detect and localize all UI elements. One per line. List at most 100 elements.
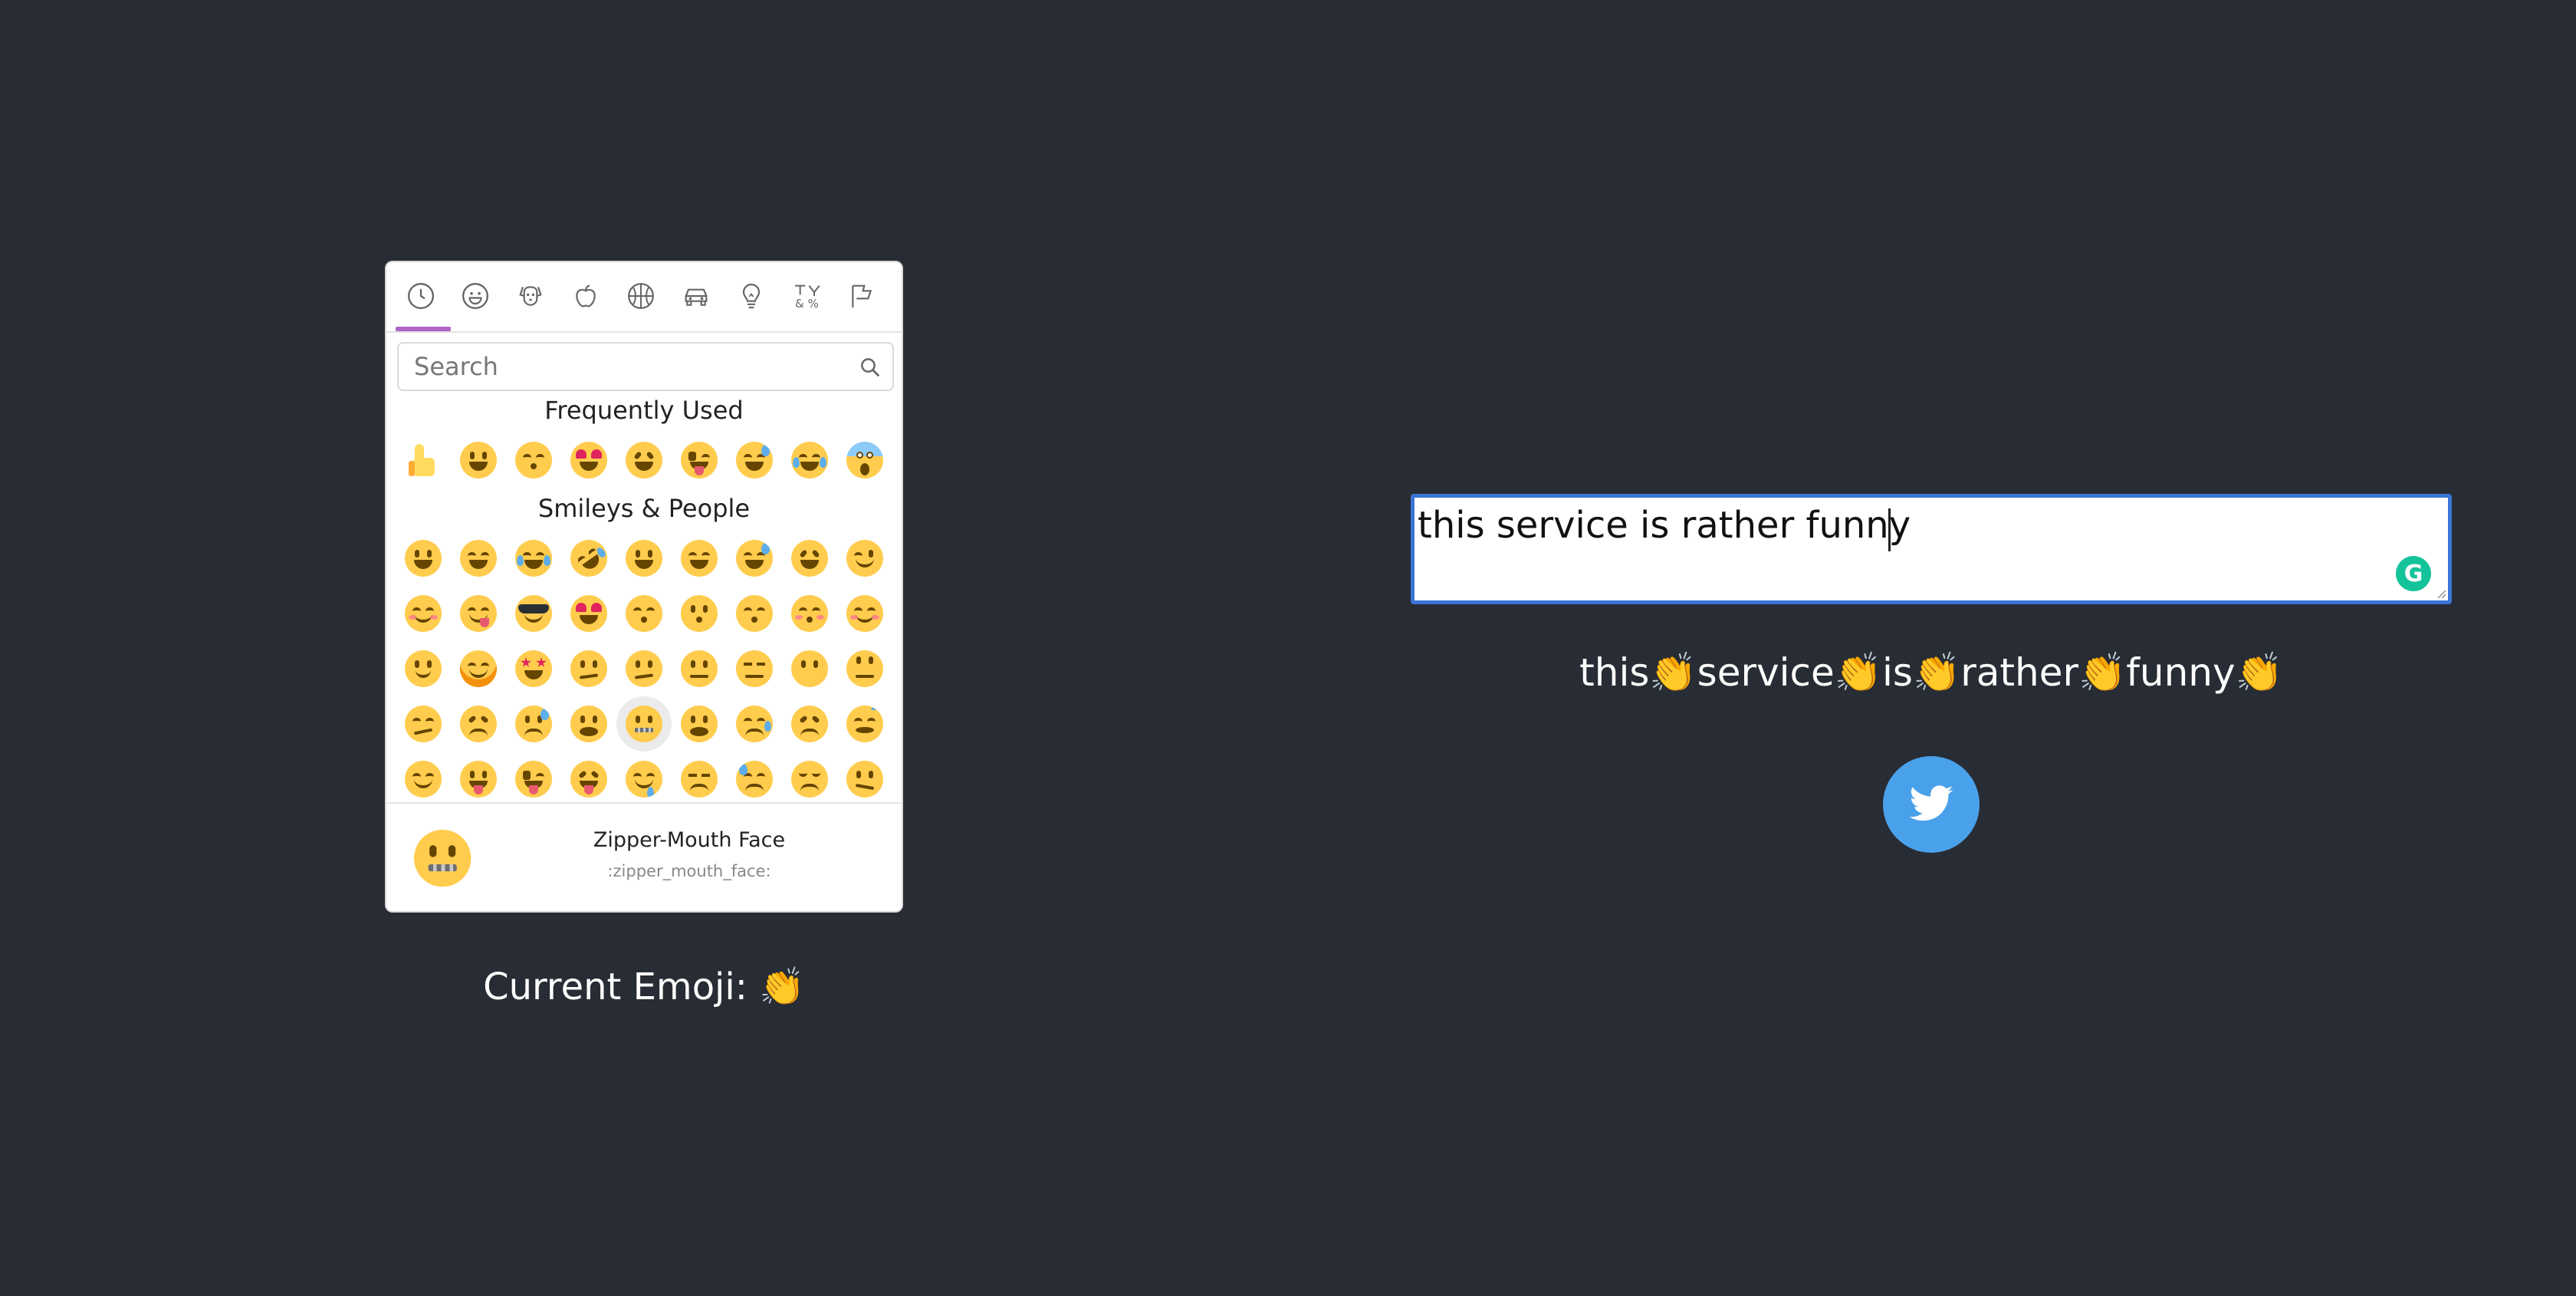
emoji-smile[interactable] [672,531,727,586]
unamused-icon [681,761,718,798]
lightbulb-icon[interactable] [736,281,767,311]
emoji-relieved[interactable] [396,752,451,807]
emoji-zipper-mouth-face[interactable] [616,696,672,752]
search-input[interactable] [399,344,892,390]
svg-text:%: % [808,297,819,311]
emoji-confused[interactable] [837,752,892,807]
yum-icon [460,595,497,632]
slightly-smiling-face-icon [405,650,442,687]
emoji-kissing-smiling-eyes[interactable] [727,586,782,641]
emoji-drooling-face[interactable] [616,752,672,807]
emoji-relaxed[interactable] [837,586,892,641]
svg-text:&: & [795,297,804,311]
emoji-heart-eyes[interactable] [561,586,616,641]
emoji-sunglasses[interactable] [506,586,561,641]
search-box [397,342,894,391]
emoji-unamused[interactable] [672,752,727,807]
emoji-grin[interactable] [451,531,506,586]
resize-handle-icon[interactable] [2436,588,2446,599]
emoji-kissing-heart[interactable] [506,433,561,488]
pensive-icon [791,761,828,798]
emoji-pensive[interactable] [782,752,837,807]
emoji-raised-eyebrow[interactable] [616,641,672,696]
emoji-grinning[interactable] [396,531,451,586]
text-input-container: G [1411,494,2452,604]
emoji-wink[interactable] [837,531,892,586]
apple-icon[interactable] [570,281,601,311]
stuck-out-tongue-closed-eyes-icon [570,761,607,798]
text-input[interactable] [1414,498,2448,600]
heart-eyes-icon [570,595,607,632]
joy-icon [515,540,552,577]
emoji-no-mouth[interactable] [782,641,837,696]
sleeping-icon: zz [846,706,883,742]
emoji-hushed[interactable] [672,696,727,752]
emoji-joy[interactable] [506,531,561,586]
emoji-stuck-out-tongue-closed-eyes[interactable] [561,752,616,807]
active-category-indicator [396,327,451,331]
smileys-row [396,641,892,696]
emoji-thinking-face[interactable] [561,641,616,696]
emoji-persevere[interactable] [451,696,506,752]
emoji-thumbs-up[interactable] [396,433,451,488]
emoji-tired-face[interactable] [782,696,837,752]
emoji-slightly-smiling-face[interactable] [396,641,451,696]
emoji-stuck-out-tongue-winking-eye[interactable] [506,752,561,807]
persevere-icon [460,706,497,742]
emoji-rolling-eyes[interactable] [837,641,892,696]
emoji-rofl[interactable] [561,531,616,586]
smileys-row: zz [396,696,892,752]
emoji-stuck-out-tongue-winking-eye[interactable] [672,433,727,488]
thinking-face-icon [570,650,607,687]
kissing-closed-eyes-icon [791,595,828,632]
emoji-joy[interactable] [782,433,837,488]
smiley-icon[interactable] [460,281,491,311]
emoji-sleeping[interactable]: zz [837,696,892,752]
emoji-kissing-heart[interactable] [616,586,672,641]
stuck-out-tongue-icon [460,761,497,798]
dog-icon[interactable] [515,281,546,311]
emoji-sleepy[interactable] [727,696,782,752]
emoji-laughing[interactable] [616,433,672,488]
tweet-button[interactable] [1883,756,1980,853]
laughing-icon [626,442,662,479]
clock-icon[interactable] [406,281,436,311]
emoji-expressionless[interactable] [727,641,782,696]
emoji-open-mouth[interactable] [561,696,616,752]
emoji-sweat-smile[interactable] [727,531,782,586]
emoji-disappointed-relieved[interactable] [506,696,561,752]
sunglasses-icon [515,595,552,632]
car-icon[interactable] [681,281,711,311]
blush-icon [405,595,442,632]
sweat-smile-icon [736,540,773,577]
sweat-smile-icon [736,442,773,479]
emoji-grinning[interactable] [451,433,506,488]
smile-icon [681,540,718,577]
emoji-sweat-smile[interactable] [727,433,782,488]
emoji-kissing[interactable] [672,586,727,641]
emoji-laughing[interactable] [782,531,837,586]
emoji-star-struck[interactable] [506,641,561,696]
flag-icon[interactable] [846,281,877,311]
smileys-row [396,752,892,807]
emoji-blush[interactable] [396,586,451,641]
emoji-sweat[interactable] [727,752,782,807]
emoji-smirk[interactable] [396,696,451,752]
open-mouth-icon [570,706,607,742]
emoji-smiley[interactable] [616,531,672,586]
emoji-scream[interactable] [837,433,892,488]
symbols-icon[interactable]: &% [791,281,822,311]
emoji-yum[interactable] [451,586,506,641]
emoji-kissing-closed-eyes[interactable] [782,586,837,641]
grinning-icon [405,540,442,577]
hugging-face-icon [460,650,497,687]
emoji-hugging-face[interactable] [451,641,506,696]
emoji-neutral-face[interactable] [672,641,727,696]
grammarly-icon[interactable]: G [2396,556,2431,591]
smiley-icon [626,540,662,577]
joy-icon [791,442,828,479]
emoji-stuck-out-tongue[interactable] [451,752,506,807]
basketball-icon[interactable] [626,281,656,311]
hushed-icon [681,706,718,742]
emoji-heart-eyes[interactable] [561,433,616,488]
